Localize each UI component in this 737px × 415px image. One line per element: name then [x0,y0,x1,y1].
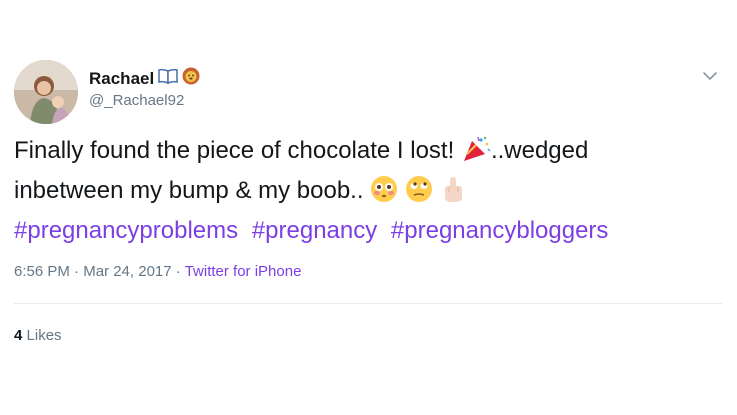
tweet-card: Rachael @_Rachael92 Finally found the pi… [0,0,737,415]
eye-roll-face-icon [405,175,433,213]
party-popper-icon [461,135,491,173]
hashtag-link[interactable]: #pregnancy [252,217,377,244]
flushed-face-icon [370,175,398,213]
tweet-date[interactable]: Mar 24, 2017 [83,263,171,280]
avatar[interactable] [14,60,78,124]
tweet-meta: 6:56 PM · Mar 24, 2017 · Twitter for iPh… [14,263,301,280]
tweet-text-line-1: Finally found the piece of chocolate I l… [14,133,714,173]
author-name-row[interactable]: Rachael [89,67,200,90]
tweet-text: Finally found the piece of chocolate I l… [14,133,714,248]
author-handle[interactable]: @_Rachael92 [89,92,184,109]
likes-count: 4 [14,327,23,344]
tweet-time[interactable]: 6:56 PM [14,263,70,280]
tweet-source-link[interactable]: Twitter for iPhone [185,263,302,280]
hashtag-link[interactable]: #pregnancybloggers [391,217,609,244]
meta-separator: · [175,263,181,280]
author-name[interactable]: Rachael [89,69,154,89]
meta-separator: · [74,263,80,280]
chevron-down-icon[interactable] [700,68,720,84]
divider [14,303,722,304]
likes-stat[interactable]: 4 Likes [14,327,62,344]
middle-finger-icon [440,175,466,213]
open-book-icon [158,68,178,89]
hashtag-list: #pregnancyproblems #pregnancy #pregnancy… [14,213,714,248]
tweet-text-part: Finally found the piece of chocolate I l… [14,137,455,164]
likes-label: Likes [26,327,62,344]
tweet-text-line-2: inbetween my bump & my boob.. [14,173,714,213]
hashtag-link[interactable]: #pregnancyproblems [14,217,238,244]
lion-face-icon [182,67,200,90]
tweet-text-part: inbetween my bump & my boob.. [14,177,364,204]
tweet-text-part: ..wedged [490,137,589,164]
